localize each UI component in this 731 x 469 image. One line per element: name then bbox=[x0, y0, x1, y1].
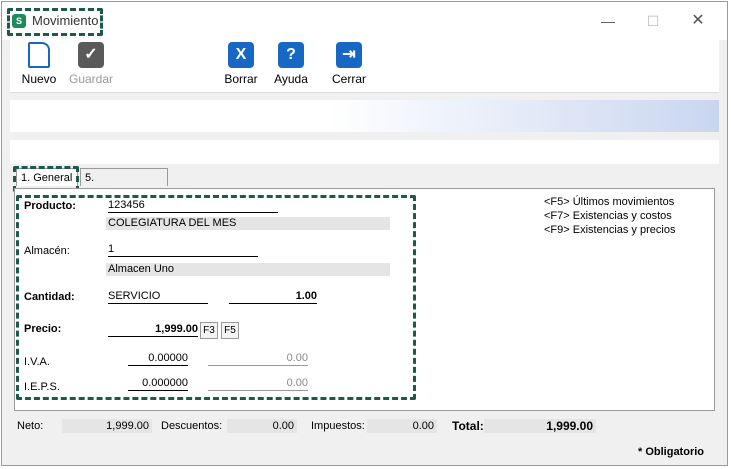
producto-description: COLEGIATURA DEL MES bbox=[106, 217, 390, 230]
precio-label: Precio: bbox=[24, 323, 62, 335]
guardar-button[interactable]: ✓ Guardar bbox=[66, 42, 116, 86]
header-gradient-bar bbox=[10, 100, 719, 132]
iva-rate-input[interactable]: 0.00000 bbox=[128, 351, 188, 366]
shortcut-help: <F5> Últimos movimientos <F7> Existencia… bbox=[544, 195, 675, 237]
title-bar: S Movimiento — ☐ ✕ bbox=[2, 2, 727, 40]
impuestos-value: 0.00 bbox=[367, 419, 437, 433]
help-line: <F9> Existencias y precios bbox=[544, 224, 676, 236]
toolbar: Nuevo ✓ Guardar X Borrar ? Ayuda ⇥ Cerra… bbox=[10, 40, 719, 93]
f5-button[interactable]: F5 bbox=[221, 322, 239, 339]
descuentos-label: Descuentos: bbox=[161, 420, 223, 432]
help-icon: ? bbox=[278, 42, 304, 68]
totals-footer: Neto: 1,999.00 Descuentos: 0.00 Impuesto… bbox=[2, 412, 727, 442]
neto-label: Neto: bbox=[17, 420, 44, 432]
producto-label: Producto: bbox=[24, 200, 76, 212]
checkmark-icon: ✓ bbox=[78, 42, 104, 68]
help-line: <F7> Existencias y costos bbox=[544, 210, 672, 222]
cantidad-label: Cantidad: bbox=[24, 291, 75, 303]
delete-icon: X bbox=[228, 42, 254, 68]
cerrar-label: Cerrar bbox=[331, 72, 366, 86]
guardar-label: Guardar bbox=[68, 72, 114, 86]
borrar-button[interactable]: X Borrar bbox=[216, 42, 266, 86]
producto-code-input[interactable]: 123456 bbox=[108, 198, 278, 213]
precio-input[interactable]: 1,999.00 bbox=[108, 322, 198, 337]
iva-label: I.V.A. bbox=[24, 356, 50, 368]
descuentos-value: 0.00 bbox=[227, 419, 297, 433]
impuestos-label: Impuestos: bbox=[311, 420, 365, 432]
exit-door-icon: ⇥ bbox=[336, 42, 362, 68]
title-highlight-frame bbox=[7, 8, 103, 36]
new-document-icon bbox=[28, 42, 50, 68]
help-line: <F5> Últimos movimientos bbox=[544, 196, 675, 208]
nuevo-button[interactable]: Nuevo bbox=[14, 42, 64, 86]
movimiento-window: S Movimiento — ☐ ✕ Nuevo ✓ Guardar X Bor… bbox=[1, 1, 728, 466]
borrar-label: Borrar bbox=[224, 72, 258, 86]
ieps-amount: 0.00 bbox=[208, 376, 308, 391]
info-bar bbox=[10, 140, 719, 164]
neto-value: 1,999.00 bbox=[62, 419, 152, 433]
cantidad-input[interactable]: 1.00 bbox=[229, 289, 317, 304]
total-value: 1,999.00 bbox=[484, 419, 596, 433]
total-label: Total: bbox=[452, 419, 484, 433]
f3-button[interactable]: F3 bbox=[200, 322, 218, 339]
minimize-button[interactable]: — bbox=[598, 12, 618, 30]
required-note: * Obligatorio bbox=[638, 446, 704, 458]
cerrar-button[interactable]: ⇥ Cerrar bbox=[324, 42, 374, 86]
maximize-button[interactable]: ☐ bbox=[643, 12, 663, 30]
nuevo-label: Nuevo bbox=[21, 72, 57, 86]
tab-strip: 1. General 5. Complemento bbox=[10, 166, 719, 202]
iva-amount: 0.00 bbox=[208, 351, 308, 366]
ieps-rate-input[interactable]: 0.000000 bbox=[128, 376, 188, 391]
ieps-label: I.E.P.S. bbox=[24, 381, 60, 393]
almacen-label: Almacén: bbox=[24, 245, 70, 257]
close-button[interactable]: ✕ bbox=[688, 12, 708, 30]
ayuda-label: Ayuda bbox=[274, 72, 308, 86]
almacen-code-input[interactable]: 1 bbox=[108, 242, 258, 257]
unit-field[interactable]: SERVICIO bbox=[108, 289, 208, 304]
tab-complemento[interactable]: 5. Complemento bbox=[80, 168, 168, 202]
ayuda-button[interactable]: ? Ayuda bbox=[266, 42, 316, 86]
almacen-description: Almacen Uno bbox=[106, 263, 390, 276]
